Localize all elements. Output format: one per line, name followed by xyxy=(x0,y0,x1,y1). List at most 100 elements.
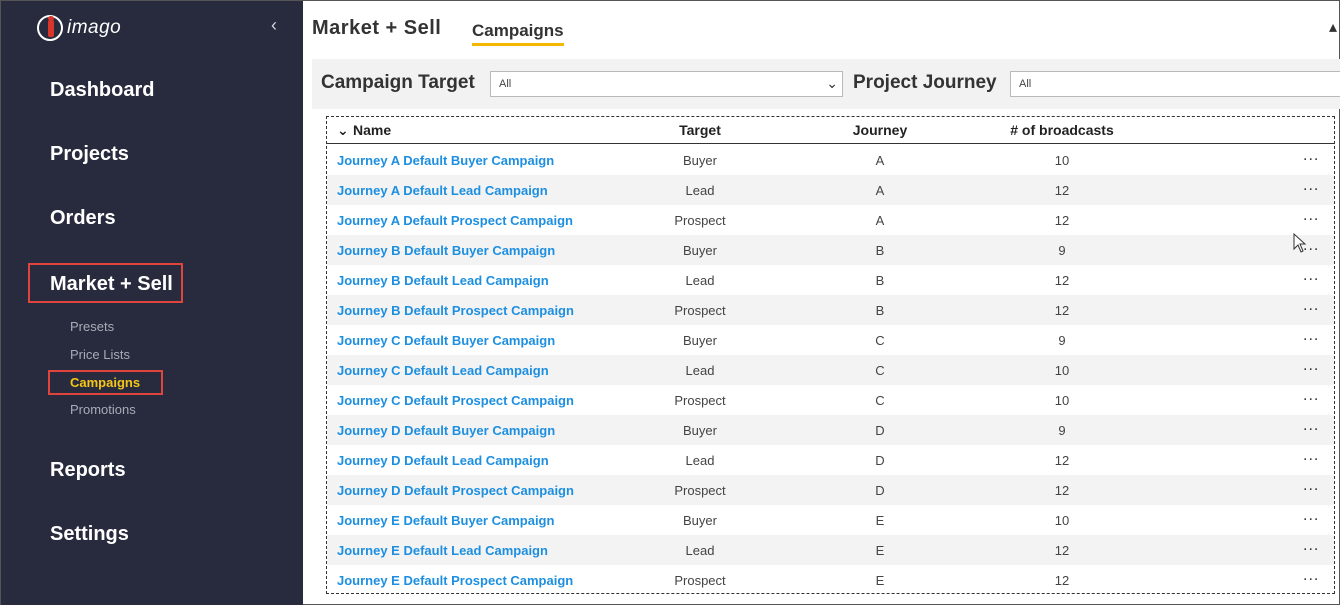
project-journey-label: Project Journey xyxy=(853,72,997,93)
tab-campaigns[interactable]: Campaigns xyxy=(472,21,564,46)
more-options-icon[interactable]: ... xyxy=(1303,477,1319,495)
table-row[interactable]: Journey B Default Lead Campaign Lead B 12..… xyxy=(327,265,1334,295)
campaign-broadcast-count: 10 xyxy=(1054,393,1070,408)
campaign-target: Lead xyxy=(685,183,715,198)
more-options-icon[interactable]: ... xyxy=(1303,357,1319,375)
campaign-journey: D xyxy=(875,453,885,468)
more-options-icon[interactable]: ... xyxy=(1303,417,1319,435)
campaign-target-select[interactable]: All ⌄ xyxy=(490,71,843,97)
campaign-name-link[interactable]: Journey E Default Buyer Campaign xyxy=(337,513,554,528)
campaign-target-value: All xyxy=(499,78,512,90)
campaign-broadcast-count: 9 xyxy=(1058,243,1066,258)
campaign-journey: E xyxy=(875,573,885,588)
campaign-target: Prospect xyxy=(674,573,726,588)
table-row[interactable]: Journey E Default Lead Campaign Lead E 12..… xyxy=(327,535,1334,565)
table-row[interactable]: Journey B Default Prospect Campaign Prosp… xyxy=(327,295,1334,325)
sidebar-subitem-promotions[interactable]: Promotions xyxy=(70,402,136,417)
campaign-broadcast-count: 10 xyxy=(1054,363,1070,378)
more-options-icon[interactable]: ... xyxy=(1303,207,1319,225)
campaign-name-link[interactable]: Journey E Default Prospect Campaign xyxy=(337,573,573,588)
more-options-icon[interactable]: ... xyxy=(1303,537,1319,555)
more-options-icon[interactable]: ... xyxy=(1303,297,1319,315)
chevron-down-icon: ⌄ xyxy=(826,75,838,91)
table-row[interactable]: Journey A Default Lead Campaign Lead A 12..… xyxy=(327,175,1334,205)
campaign-target: Prospect xyxy=(674,303,726,318)
campaign-name-link[interactable]: Journey D Default Buyer Campaign xyxy=(337,423,555,438)
campaign-broadcast-count: 12 xyxy=(1054,453,1070,468)
campaign-name-link[interactable]: Journey C Default Prospect Campaign xyxy=(337,393,574,408)
caret-up-icon[interactable]: ▴ xyxy=(1329,17,1337,37)
table-header: ⌄ Name Target Journey # of broadcasts xyxy=(327,117,1334,144)
campaigns-table: ⌄ Name Target Journey # of broadcasts Jo… xyxy=(326,116,1335,594)
campaign-broadcast-count: 9 xyxy=(1058,423,1066,438)
campaign-broadcast-count: 10 xyxy=(1054,153,1070,168)
table-row[interactable]: Journey B Default Buyer Campaign Buyer B 9.… xyxy=(327,235,1334,265)
campaign-target: Prospect xyxy=(674,483,726,498)
campaign-name-link[interactable]: Journey E Default Lead Campaign xyxy=(337,543,548,558)
campaign-name-link[interactable]: Journey B Default Lead Campaign xyxy=(337,273,549,288)
more-options-icon[interactable]: ... xyxy=(1303,147,1319,165)
table-row[interactable]: Journey D Default Buyer Campaign Buyer D 9.… xyxy=(327,415,1334,445)
collapse-sidebar-chevron-left-icon[interactable]: ‹ xyxy=(271,15,277,36)
column-header-name[interactable]: Name xyxy=(353,122,391,138)
table-row[interactable]: Journey C Default Lead Campaign Lead C 10..… xyxy=(327,355,1334,385)
column-header-target[interactable]: Target xyxy=(642,122,758,138)
campaign-broadcast-count: 12 xyxy=(1054,543,1070,558)
campaign-target: Buyer xyxy=(683,423,717,438)
campaign-name-link[interactable]: Journey D Default Prospect Campaign xyxy=(337,483,574,498)
campaign-journey: E xyxy=(875,543,885,558)
more-options-icon[interactable]: ... xyxy=(1303,267,1319,285)
more-options-icon[interactable]: ... xyxy=(1303,507,1319,525)
more-options-icon[interactable]: ... xyxy=(1303,327,1319,345)
campaign-journey: B xyxy=(875,303,885,318)
campaign-target: Buyer xyxy=(683,243,717,258)
sort-chevron-down-icon[interactable]: ⌄ xyxy=(337,122,349,139)
column-header-journey[interactable]: Journey xyxy=(822,122,938,138)
campaign-name-link[interactable]: Journey D Default Lead Campaign xyxy=(337,453,549,468)
campaign-broadcast-count: 12 xyxy=(1054,573,1070,588)
sidebar-item-orders[interactable]: Orders xyxy=(50,207,116,230)
campaign-target: Prospect xyxy=(674,213,726,228)
campaign-journey: C xyxy=(875,333,885,348)
sidebar-item-settings[interactable]: Settings xyxy=(50,523,129,546)
campaign-name-link[interactable]: Journey A Default Prospect Campaign xyxy=(337,213,573,228)
campaign-name-link[interactable]: Journey A Default Lead Campaign xyxy=(337,183,548,198)
filter-bar: Campaign Target All ⌄ Project Journey Al… xyxy=(312,59,1340,109)
more-options-icon[interactable]: ... xyxy=(1303,177,1319,195)
more-options-icon[interactable]: ... xyxy=(1303,387,1319,405)
logo-text: imago xyxy=(67,17,122,38)
campaign-name-link[interactable]: Journey B Default Buyer Campaign xyxy=(337,243,555,258)
campaign-target: Buyer xyxy=(683,153,717,168)
sidebar-item-projects[interactable]: Projects xyxy=(50,143,129,166)
sidebar-item-reports[interactable]: Reports xyxy=(50,459,126,482)
sidebar-item-dashboard[interactable]: Dashboard xyxy=(50,79,154,102)
campaign-name-link[interactable]: Journey B Default Prospect Campaign xyxy=(337,303,574,318)
campaign-name-link[interactable]: Journey C Default Buyer Campaign xyxy=(337,333,555,348)
table-row[interactable]: Journey E Default Prospect Campaign Prosp… xyxy=(327,565,1334,595)
campaign-journey: C xyxy=(875,363,885,378)
table-row[interactable]: Journey D Default Lead Campaign Lead D 12..… xyxy=(327,445,1334,475)
campaign-broadcast-count: 12 xyxy=(1054,483,1070,498)
page-title: Market + Sell xyxy=(312,17,442,39)
logo[interactable]: imago xyxy=(37,15,121,41)
sidebar-item-market-sell[interactable]: Market + Sell xyxy=(28,263,183,303)
table-row[interactable]: Journey C Default Prospect Campaign Prosp… xyxy=(327,385,1334,415)
sidebar-subitem-price-lists[interactable]: Price Lists xyxy=(70,347,130,362)
column-header-broadcasts[interactable]: # of broadcasts xyxy=(987,122,1137,138)
table-row[interactable]: Journey D Default Prospect Campaign Prosp… xyxy=(327,475,1334,505)
campaign-name-link[interactable]: Journey C Default Lead Campaign xyxy=(337,363,549,378)
project-journey-select[interactable]: All xyxy=(1010,71,1340,97)
table-row[interactable]: Journey C Default Buyer Campaign Buyer C 9.… xyxy=(327,325,1334,355)
campaign-broadcast-count: 12 xyxy=(1054,303,1070,318)
sidebar-subitem-presets[interactable]: Presets xyxy=(70,319,114,334)
table-row[interactable]: Journey E Default Buyer Campaign Buyer E 10… xyxy=(327,505,1334,535)
more-options-icon[interactable]: ... xyxy=(1303,447,1319,465)
table-row[interactable]: Journey A Default Buyer Campaign Buyer A 10… xyxy=(327,145,1334,175)
more-options-icon[interactable]: ... xyxy=(1303,567,1319,585)
campaign-journey: C xyxy=(875,393,885,408)
sidebar-subitem-campaigns[interactable]: Campaigns xyxy=(48,370,163,395)
table-row[interactable]: Journey A Default Prospect Campaign Prosp… xyxy=(327,205,1334,235)
campaign-name-link[interactable]: Journey A Default Buyer Campaign xyxy=(337,153,554,168)
sidebar: imago ‹ Dashboard Projects Orders Market… xyxy=(1,1,303,605)
campaign-target: Lead xyxy=(685,543,715,558)
